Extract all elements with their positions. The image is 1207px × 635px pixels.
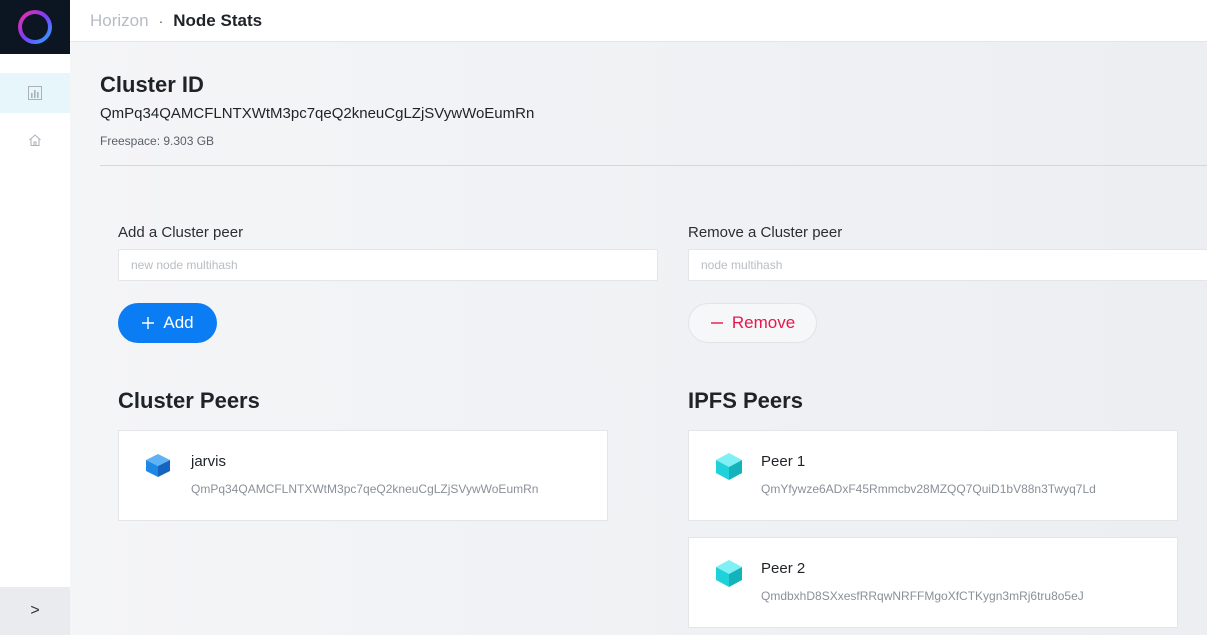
cluster-peers-title: Cluster Peers [118, 388, 260, 413]
horizon-logo-icon [18, 10, 52, 44]
sidebar-item-node-stats[interactable] [0, 73, 70, 113]
sidebar-item-home[interactable] [0, 120, 70, 160]
add-peer-input[interactable] [118, 249, 658, 281]
header: Horizon · Node Stats [70, 0, 1207, 42]
add-peer-label: Add a Cluster peer [118, 224, 244, 241]
sidebar: > [0, 0, 70, 635]
peer-hash: QmdbxhD8SXxesfRRqwNRFFMgoXfCTKygn3mRj6tr… [761, 589, 1084, 603]
remove-peer-label: Remove a Cluster peer [688, 224, 843, 241]
cluster-peer-card[interactable]: jarvis QmPq34QAMCFLNTXWtM3pc7qeQ2kneuCgL… [118, 430, 608, 521]
breadcrumb-root[interactable]: Horizon [90, 11, 149, 31]
cluster-id-value: QmPq34QAMCFLNTXWtM3pc7qeQ2kneuCgLZjSVywW… [100, 105, 535, 122]
ipfs-peer-card[interactable]: Peer 2 QmdbxhD8SXxesfRRqwNRFFMgoXfCTKygn… [688, 537, 1178, 628]
divider [100, 165, 1207, 166]
bar-chart-icon [28, 86, 42, 100]
main-content: Cluster ID QmPq34QAMCFLNTXWtM3pc7qeQ2kne… [70, 42, 1207, 635]
peer-hash: QmPq34QAMCFLNTXWtM3pc7qeQ2kneuCgLZjSVywW… [191, 482, 539, 496]
remove-peer-input[interactable] [688, 249, 1207, 281]
home-icon [29, 134, 41, 146]
plus-icon [142, 317, 155, 329]
page-title: Node Stats [173, 10, 263, 30]
sidebar-expand-button[interactable]: > [0, 587, 70, 635]
blue-cube-icon [146, 454, 170, 477]
freespace-text: Freespace: 9.303 GB [100, 134, 215, 148]
add-peer-button[interactable]: Add [118, 303, 217, 343]
remove-button-label: Remove [731, 313, 796, 332]
minus-icon [710, 322, 723, 324]
cyan-cube-icon [716, 560, 742, 587]
ipfs-peers-title: IPFS Peers [688, 388, 803, 413]
remove-peer-button[interactable]: Remove [688, 303, 817, 343]
add-button-label: Add [163, 313, 194, 332]
breadcrumb-separator: · [158, 12, 164, 29]
peer-name: jarvis [191, 453, 227, 470]
peer-name: Peer 1 [761, 453, 806, 470]
ipfs-peer-card[interactable]: Peer 1 QmYfywze6ADxF45Rmmcbv28MZQQ7QuiD1… [688, 430, 1178, 521]
cluster-id-title: Cluster ID [100, 72, 204, 97]
peer-name: Peer 2 [761, 560, 806, 577]
peer-hash: QmYfywze6ADxF45Rmmcbv28MZQQ7QuiD1bV88n3T… [761, 482, 1096, 496]
cyan-cube-icon [716, 453, 742, 480]
logo[interactable] [0, 0, 70, 54]
chevron-right-icon: > [30, 602, 40, 619]
